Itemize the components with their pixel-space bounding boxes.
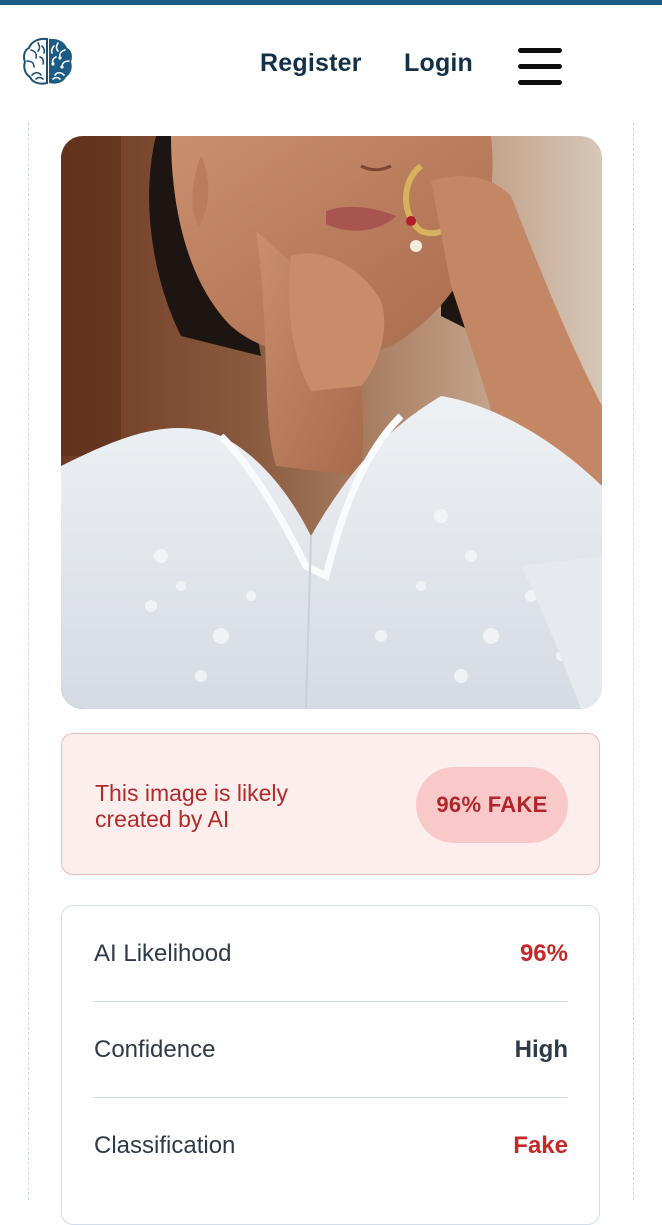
login-link[interactable]: Login — [404, 49, 473, 78]
content-border-left — [28, 123, 29, 1200]
analyzed-photo — [61, 136, 602, 709]
detail-value: 96% — [519, 940, 568, 967]
register-link[interactable]: Register — [260, 49, 362, 78]
verdict-banner: This image is likely created by AI 96% F… — [61, 733, 600, 875]
detail-label: Confidence — [94, 1036, 216, 1063]
detail-label: Classification — [94, 1132, 236, 1159]
detail-label: AI Likelihood — [94, 940, 232, 967]
detail-value: Fake — [513, 1132, 568, 1159]
content-border-right — [633, 123, 634, 1200]
hamburger-menu-icon[interactable] — [518, 46, 564, 88]
detail-value: High — [514, 1036, 568, 1063]
brain-logo-icon[interactable] — [22, 35, 74, 87]
fake-score-badge: 96% FAKE — [416, 767, 568, 843]
detail-row-classification: Classification Fake — [94, 1098, 568, 1194]
verdict-message: This image is likely created by AI — [95, 780, 288, 832]
detail-row-confidence: Confidence High — [94, 1002, 568, 1098]
analysis-details-card: AI Likelihood 96% Confidence High Classi… — [61, 905, 600, 1225]
detail-row-ai-likelihood: AI Likelihood 96% — [94, 906, 568, 1002]
site-header: Register Login — [0, 5, 662, 123]
